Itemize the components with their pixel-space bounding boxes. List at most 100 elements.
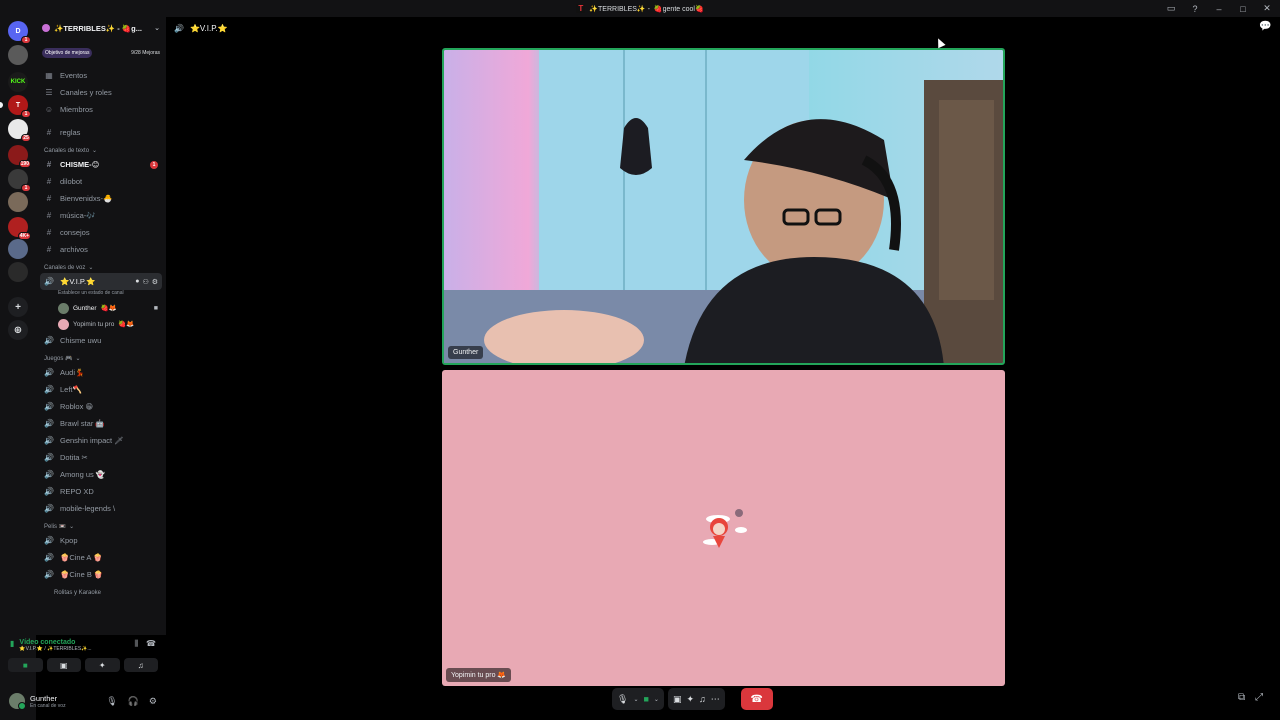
voice-channel[interactable]: 🔊 Brawl star 🤖 (36, 415, 166, 432)
server-label: KICK (10, 79, 26, 85)
headphones-icon[interactable]: 🎧 (128, 696, 139, 707)
voice-channel[interactable]: 🔊 🍿Cine A 🍿 (36, 549, 166, 566)
voice-channel[interactable]: 🔊 mobile-legends \ (36, 500, 166, 517)
chevron-down-icon: ⌄ (92, 148, 98, 154)
boost-goal[interactable]: Objetivo de mejoras 9/28 Mejoras (42, 47, 160, 59)
gear-icon[interactable]: ⚙ (152, 278, 158, 286)
server-icon[interactable] (8, 192, 28, 212)
microphone-icon[interactable]: 🎙 (617, 694, 628, 705)
voice-channel[interactable]: 🔊 🍿Cine B 🍿 (36, 566, 166, 583)
category-games[interactable]: Juegos 🎮 ⌄ (36, 349, 166, 364)
voice-connection-status[interactable]: Vídeo conectado (19, 639, 91, 646)
channel-label: mobile-legends \ (60, 504, 116, 513)
server-icon[interactable]: 25 (8, 119, 31, 142)
text-channel[interactable]: # música-🎶 (36, 207, 166, 224)
voice-channel[interactable]: 🔊 Among us 👻 (36, 466, 166, 483)
voice-channel-chisme[interactable]: 🔊 Chisme uwu (36, 332, 166, 349)
mic-group[interactable]: 🎙 ⌄ ■ ⌄ (612, 688, 664, 710)
close-icon[interactable]: ✕ (1260, 3, 1274, 14)
window-title: T ✨TERRIBLES✨ - 🍓gente cool🍓 (576, 4, 704, 13)
voice-channel[interactable]: 🔊 Left🪓 (36, 381, 166, 398)
guild-header[interactable]: ✨TERRIBLES✨ - 🍓g... ⌄ (36, 17, 166, 39)
category-label: Juegos 🎮 (44, 356, 73, 362)
help-icon[interactable]: ? (1188, 4, 1202, 14)
voice-channel[interactable]: 🔊 Dotita ✂ (36, 449, 166, 466)
activity-button[interactable]: ✦ (85, 658, 120, 672)
channel-label: REPO XD (60, 487, 94, 496)
title-channel-name: 🍓gente cool🍓 (653, 5, 704, 13)
inbox-icon[interactable]: ▭ (1164, 3, 1178, 14)
voice-channel[interactable]: 🔊 Genshin impact 🗡 (36, 432, 166, 449)
signal-icon[interactable]: ▮ (10, 639, 14, 648)
server-icon[interactable] (8, 262, 28, 282)
server-icon[interactable]: KICK (8, 72, 28, 92)
server-icon[interactable]: 190 (8, 145, 31, 168)
maximize-icon[interactable]: □ (1236, 4, 1250, 14)
category-voice[interactable]: Canales de voz ⌄ (36, 258, 166, 273)
soundboard-icon[interactable]: ♫ (699, 694, 706, 704)
server-icon[interactable] (8, 239, 28, 259)
server-icon[interactable]: D1 (8, 21, 31, 44)
soundboard-button[interactable]: ♫ (123, 658, 158, 672)
server-icon[interactable]: 4K+ (8, 217, 31, 240)
chevron-down-icon[interactable]: ⌄ (633, 696, 638, 703)
camera-icon[interactable]: ■ (643, 694, 648, 704)
camera-icon: ■ (153, 304, 158, 312)
chat-bubble-icon[interactable]: ● (135, 278, 139, 286)
noise-suppression-icon[interactable]: ⫼ (134, 639, 138, 649)
discover-icon[interactable]: ⊕ (8, 320, 28, 340)
text-channel[interactable]: # dilobot (36, 173, 166, 190)
text-channel[interactable]: # CHISME-😊 1 (36, 156, 166, 173)
server-icon[interactable]: T1 (8, 95, 31, 118)
channel-reglas[interactable]: # reglas (36, 124, 166, 141)
video-tile-yopimin[interactable]: Yopimin tu pro 🦊 (442, 370, 1005, 686)
add-server-icon[interactable]: + (8, 297, 28, 317)
category-pelis[interactable]: Pelis 📼 ⌄ (36, 517, 166, 532)
voice-participant[interactable]: Yopimin tu pro 🍓🦊 (36, 316, 166, 332)
voice-channel-vip[interactable]: 🔊 ⭐V.I.P.⭐ ● ⚇ ⚙ (40, 273, 162, 290)
voice-channel[interactable]: 🔊 Roblox 😁 (36, 398, 166, 415)
activity-icon[interactable]: ✦ (686, 694, 694, 705)
speaker-icon: 🔊 (44, 570, 54, 579)
voice-channel[interactable]: 🔊 Kpop (36, 532, 166, 549)
channel-label: música-🎶 (60, 211, 96, 220)
gear-icon[interactable]: ⚙ (149, 696, 157, 707)
voice-channel[interactable]: 🔊 REPO XD (36, 483, 166, 500)
chevron-down-icon[interactable]: ⌄ (654, 696, 659, 703)
title-bar: T ✨TERRIBLES✨ - 🍓gente cool🍓 ▭ ? – □ ✕ (0, 0, 1280, 17)
call-channel-name: ⭐V.I.P.⭐ (189, 23, 228, 33)
nav-members[interactable]: ☺ Miembros (36, 101, 166, 118)
voice-channel[interactable]: 🔊 Audi💃 (36, 364, 166, 381)
speaker-icon: 🔊 (44, 470, 54, 479)
popout-icon[interactable]: ⧉ (1238, 692, 1245, 703)
microphone-icon[interactable]: 🎙 (106, 696, 117, 707)
voice-connection-location[interactable]: ⭐V.I.P.⭐ / ✨TERRIBLES✨... (19, 646, 91, 652)
text-channel[interactable]: # Bienvenidxs-🐣 (36, 190, 166, 207)
more-icon[interactable]: ⋯ (711, 694, 720, 705)
avatar[interactable] (9, 693, 26, 710)
category-text[interactable]: Canales de texto ⌄ (36, 141, 166, 156)
text-channel[interactable]: # archivos (36, 241, 166, 258)
text-channel[interactable]: # consejos (36, 224, 166, 241)
server-icon[interactable]: 1 (8, 169, 31, 192)
channel-label: Brawl star 🤖 (60, 419, 105, 428)
disconnect-button[interactable]: ☎ (740, 688, 773, 710)
nav-events[interactable]: ▦ Eventos (36, 67, 166, 84)
category-more[interactable]: Rolitas y Karaoke (36, 583, 166, 598)
screen-share-button[interactable]: ▣ (46, 658, 81, 672)
speaker-icon: 🔊 (44, 536, 54, 545)
camera-button[interactable]: ■ (8, 658, 43, 672)
add-member-icon[interactable]: ⚇ (142, 278, 148, 286)
chat-icon[interactable]: 💬 (1259, 21, 1271, 32)
mention-badge: 1 (21, 110, 31, 118)
members-icon: ☺ (44, 105, 54, 114)
fullscreen-icon[interactable]: ⤢ (1255, 692, 1263, 703)
nav-channels-roles[interactable]: ☰ Canales y roles (36, 84, 166, 101)
server-icon[interactable] (8, 45, 28, 65)
voice-status[interactable]: Establece un estado de canal (36, 290, 166, 300)
voice-participant[interactable]: Gunther 🍓🦊 ■ (36, 300, 166, 316)
video-tile-gunther[interactable]: Gunther (442, 48, 1005, 365)
minimize-icon[interactable]: – (1212, 4, 1226, 14)
disconnect-icon[interactable]: ☎ (146, 639, 156, 649)
screen-share-icon[interactable]: ▣ (673, 694, 682, 705)
